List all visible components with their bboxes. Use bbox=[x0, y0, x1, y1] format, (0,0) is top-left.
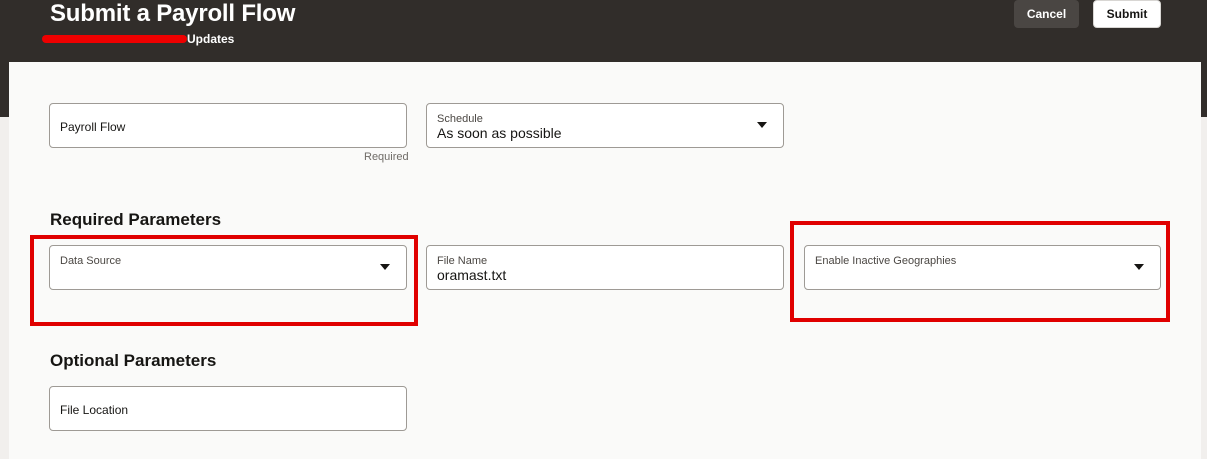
schedule-value: As soon as possible bbox=[437, 125, 562, 141]
chevron-down-icon[interactable] bbox=[757, 122, 767, 128]
optional-parameters-heading: Optional Parameters bbox=[50, 351, 217, 370]
schedule-select[interactable]: Schedule As soon as possible bbox=[426, 103, 784, 148]
payroll-flow-required-hint: Required bbox=[364, 151, 409, 163]
redaction-mark bbox=[42, 35, 187, 43]
file-name-label: File Name bbox=[437, 255, 488, 267]
file-name-value: oramast.txt bbox=[437, 267, 507, 283]
payroll-flow-field[interactable]: Payroll Flow bbox=[49, 103, 407, 148]
page-subtitle: Updates bbox=[187, 32, 235, 46]
file-location-field[interactable]: File Location bbox=[49, 386, 407, 431]
cancel-button[interactable]: Cancel bbox=[1014, 0, 1079, 28]
page-title: Submit a Payroll Flow bbox=[50, 0, 296, 27]
required-parameters-heading: Required Parameters bbox=[50, 210, 222, 229]
highlight-box-data-source bbox=[30, 235, 418, 326]
file-location-label: File Location bbox=[60, 403, 129, 417]
schedule-label: Schedule bbox=[437, 113, 483, 125]
submit-button[interactable]: Submit bbox=[1093, 0, 1161, 28]
highlight-box-enable-inactive-geographies bbox=[790, 221, 1170, 322]
payroll-flow-label: Payroll Flow bbox=[60, 120, 126, 134]
file-name-field[interactable]: File Name oramast.txt bbox=[426, 245, 784, 290]
